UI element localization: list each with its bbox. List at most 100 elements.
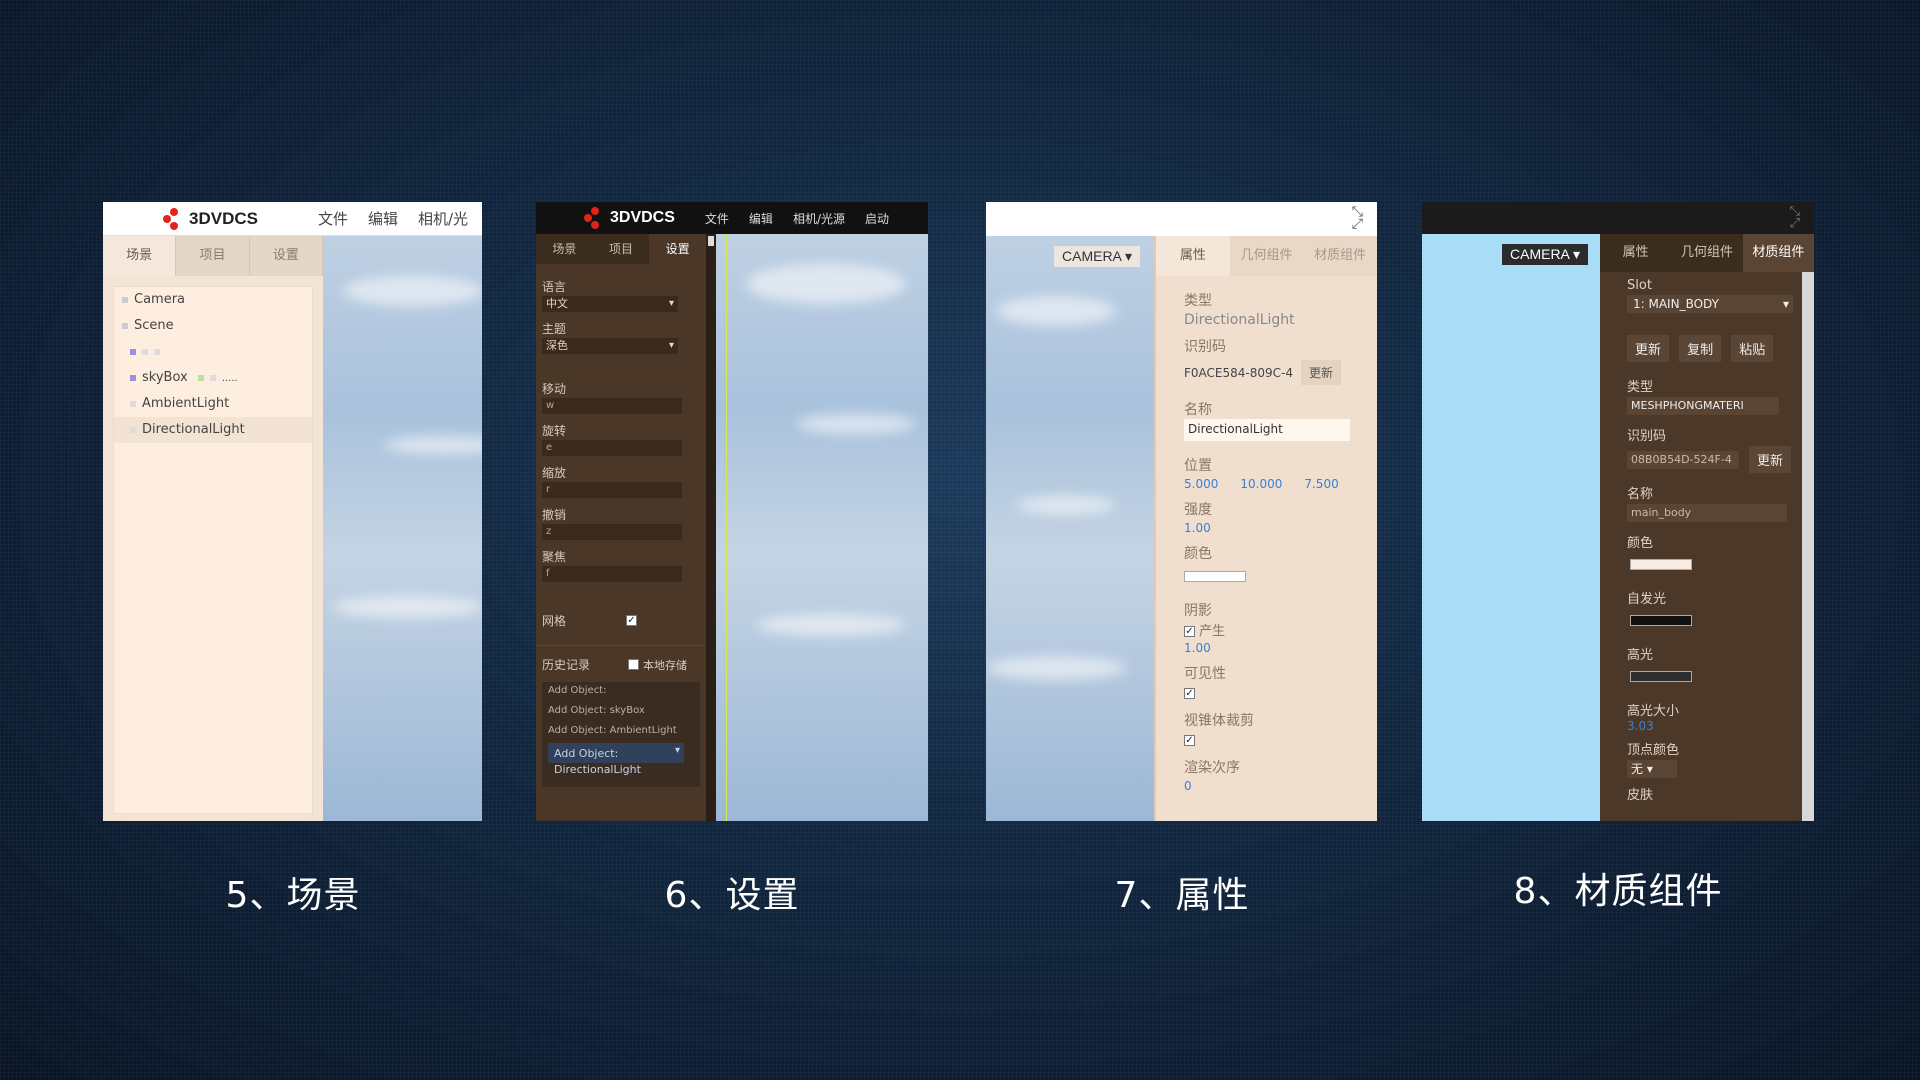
tab-project[interactable]: 项目 [176, 236, 250, 276]
rotate-key-input[interactable]: e [542, 440, 682, 456]
name-input[interactable]: main_body [1627, 504, 1787, 522]
color-label: 颜色 [1627, 536, 1654, 551]
tab-settings[interactable]: 设置 [250, 236, 323, 276]
camera-select[interactable]: CAMERA ▾ [1502, 244, 1589, 265]
update-button[interactable]: 更新 [1300, 360, 1341, 385]
screenshot-properties: ⤡ ⤢ CAMERA ▾ 属性 几何组件 材质组件 类型 DirectionalL… [986, 202, 1377, 821]
focus-key-input[interactable]: f [542, 566, 682, 582]
grid-axis-line [726, 234, 727, 821]
tab-geometry[interactable]: 几何组件 [1230, 236, 1304, 276]
vertex-color-select[interactable]: 无 ▾ [1627, 760, 1677, 778]
brand-name: 3DVDCS [610, 209, 675, 226]
tab-settings[interactable]: 设置 [649, 234, 707, 264]
rotate-label: 旋转 [542, 424, 567, 438]
tab-material[interactable]: 材质组件 [1303, 236, 1377, 276]
tree-item-scene[interactable]: Scene [114, 313, 312, 339]
name-input[interactable]: DirectionalLight [1184, 419, 1350, 441]
move-key-input[interactable]: w [542, 398, 682, 414]
tree-item-directional-light[interactable]: DirectionalLight [114, 417, 312, 443]
screenshot-scene: 3DVDCS 文件 编辑 相机/光 场景 项目 设置 Camera Scene … [103, 202, 482, 821]
viewport[interactable] [986, 236, 1154, 821]
color-swatch[interactable] [1630, 559, 1692, 570]
frustum-culling-label: 视锥体裁剪 [1184, 713, 1254, 729]
grid-label: 网格 [542, 614, 567, 628]
tab-project[interactable]: 项目 [593, 234, 650, 264]
specular-swatch[interactable] [1630, 671, 1692, 682]
material-panel: 属性 几何组件 材质组件 Slot 1: MAIN_BODY ▾ 更新 复制 粘贴… [1600, 234, 1814, 821]
type-label: 类型 [1184, 293, 1212, 309]
tree-item-ambient-light[interactable]: AmbientLight [114, 391, 312, 417]
caption-scene: 5、场景 [225, 875, 361, 916]
copy-button[interactable]: 复制 [1679, 335, 1722, 362]
grid-checkbox[interactable]: ✓ [626, 615, 637, 626]
menu-camera-light[interactable]: 相机/光源 [793, 210, 845, 227]
history-item[interactable]: Add Object: [542, 682, 700, 702]
update-id-button[interactable]: 更新 [1749, 446, 1792, 473]
tab-material[interactable]: 材质组件 [1742, 234, 1814, 272]
vertex-color-label: 顶点颜色 [1627, 743, 1680, 758]
tab-scene[interactable]: 场景 [536, 234, 593, 264]
top-bar: ⤡ ⤢ [1422, 202, 1814, 234]
type-value: DirectionalLight [1184, 312, 1295, 328]
language-select[interactable]: 中文 [542, 296, 678, 312]
menu-edit[interactable]: 编辑 [368, 208, 398, 229]
tab-geometry[interactable]: 几何组件 [1671, 234, 1742, 272]
slot-select[interactable]: 1: MAIN_BODY ▾ [1627, 295, 1793, 313]
menu-file[interactable]: 文件 [318, 208, 348, 229]
color-swatch[interactable] [1184, 571, 1246, 582]
id-value: 08B0B54D-524F-4 [1627, 450, 1739, 469]
history-item[interactable]: Add Object: AmbientLight [542, 722, 700, 742]
menu-edit[interactable]: 编辑 [749, 210, 773, 227]
tree-item-skybox[interactable]: skyBox ..... [114, 365, 312, 391]
position-y[interactable]: 10.000 [1240, 477, 1282, 491]
scale-key-input[interactable]: r [542, 482, 682, 498]
caption-properties: 7、属性 [1114, 875, 1250, 916]
local-storage-checkbox[interactable] [628, 659, 639, 670]
menu-camera-light[interactable]: 相机/光 [418, 208, 468, 229]
tab-properties[interactable]: 属性 [1156, 236, 1230, 276]
camera-select[interactable]: CAMERA ▾ [1054, 246, 1141, 267]
scrollbar[interactable] [1802, 272, 1814, 821]
position-x[interactable]: 5.000 [1184, 477, 1218, 491]
intensity-label: 强度 [1184, 502, 1212, 518]
history-label: 历史记录 [542, 658, 591, 672]
frustum-culling-checkbox[interactable]: ✓ [1184, 735, 1195, 746]
history-list: Add Object: Add Object: skyBox Add Objec… [542, 682, 700, 787]
language-label: 语言 [542, 280, 567, 294]
menu-file[interactable]: 文件 [705, 210, 729, 227]
tab-scene[interactable]: 场景 [103, 236, 177, 276]
visible-checkbox[interactable]: ✓ [1184, 688, 1195, 699]
material-type-select[interactable]: MESHPHONGMATERI [1627, 397, 1779, 415]
shadow-cast-checkbox[interactable]: ✓ [1184, 626, 1195, 637]
menu-launch[interactable]: 启动 [865, 210, 889, 227]
emissive-label: 自发光 [1627, 592, 1667, 607]
shadow-value[interactable]: 1.00 [1184, 641, 1351, 655]
tree-item-group[interactable] [114, 339, 312, 365]
scrollbar[interactable] [706, 234, 716, 821]
skin-label: 皮肤 [1627, 788, 1654, 803]
intensity-value[interactable]: 1.00 [1184, 521, 1351, 535]
fullscreen-icon[interactable]: ⤡ ⤢ [1352, 205, 1363, 231]
tab-properties[interactable]: 属性 [1600, 234, 1671, 272]
history-item[interactable]: Add Object: skyBox [542, 702, 700, 722]
tree-item-camera[interactable]: Camera [114, 287, 312, 313]
history-item-selected[interactable]: Add Object: DirectionalLight [548, 743, 684, 776]
shadow-cast-label: 产生 [1199, 624, 1226, 639]
specular-label: 高光 [1627, 648, 1654, 663]
emissive-swatch[interactable] [1630, 615, 1692, 626]
render-order-label: 渲染次序 [1184, 760, 1240, 776]
fullscreen-icon[interactable]: ⤡ ⤢ [1790, 205, 1800, 230]
shininess-value[interactable]: 3.03 [1627, 719, 1814, 733]
viewport[interactable] [716, 234, 928, 821]
undo-key-input[interactable]: z [542, 524, 682, 540]
update-button[interactable]: 更新 [1627, 335, 1670, 362]
position-z[interactable]: 7.500 [1304, 477, 1338, 491]
viewport[interactable] [323, 236, 482, 821]
render-order-value[interactable]: 0 [1184, 779, 1351, 793]
position-label: 位置 [1184, 458, 1212, 474]
type-label: 类型 [1627, 380, 1654, 395]
name-label: 名称 [1184, 402, 1212, 418]
theme-select[interactable]: 深色 [542, 338, 678, 354]
history-row: 历史记录 本地存储 [542, 656, 700, 673]
paste-button[interactable]: 粘贴 [1731, 335, 1774, 362]
